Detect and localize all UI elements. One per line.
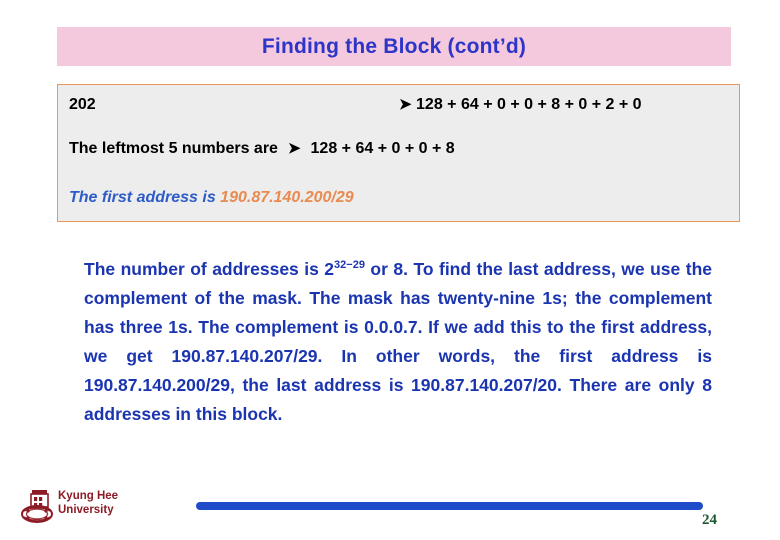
arrow-right-icon: ➤: [287, 140, 301, 157]
decimal-expansion: ➤ 128 + 64 + 0 + 0 + 8 + 0 + 2 + 0: [399, 96, 642, 114]
first-address-label: The first address is: [69, 189, 216, 206]
exponent-superscript: 32−29: [334, 258, 365, 271]
kyung-hee-crest-icon: [20, 487, 56, 525]
footer-accent-bar: [196, 502, 703, 510]
calculation-box: 202 ➤ 128 + 64 + 0 + 0 + 8 + 0 + 2 + 0 T…: [57, 84, 740, 222]
paragraph-part-one: The number of addresses is 2: [84, 258, 335, 279]
arrow-right-icon: ➤: [399, 96, 412, 113]
university-name: Kyung Hee University: [58, 490, 119, 516]
explanation-paragraph: The number of addresses is 232−29 or 8. …: [84, 255, 712, 429]
page-title: Finding the Block (cont’d): [261, 34, 527, 58]
leftmost-numbers-label: The leftmost 5 numbers are: [69, 140, 278, 157]
leftmost-numbers-expansion: 128 + 64 + 0 + 0 + 8: [310, 140, 455, 157]
first-address-row: The first address is 190.87.140.200/29: [69, 189, 354, 207]
decimal-value: 202: [69, 96, 96, 113]
leftmost-numbers-row: The leftmost 5 numbers are ➤ 128 + 64 + …: [69, 140, 455, 158]
first-address-value: 190.87.140.200/29: [220, 189, 354, 206]
slide-title-banner: Finding the Block (cont’d): [57, 27, 731, 66]
decimal-expansion-text: 128 + 64 + 0 + 0 + 8 + 0 + 2 + 0: [416, 96, 642, 113]
page-number: 24: [702, 512, 717, 528]
paragraph-part-two: or 8. To find the last address, we use t…: [84, 258, 712, 424]
decimal-expansion-row: 202 ➤ 128 + 64 + 0 + 0 + 8 + 0 + 2 + 0: [69, 96, 729, 114]
